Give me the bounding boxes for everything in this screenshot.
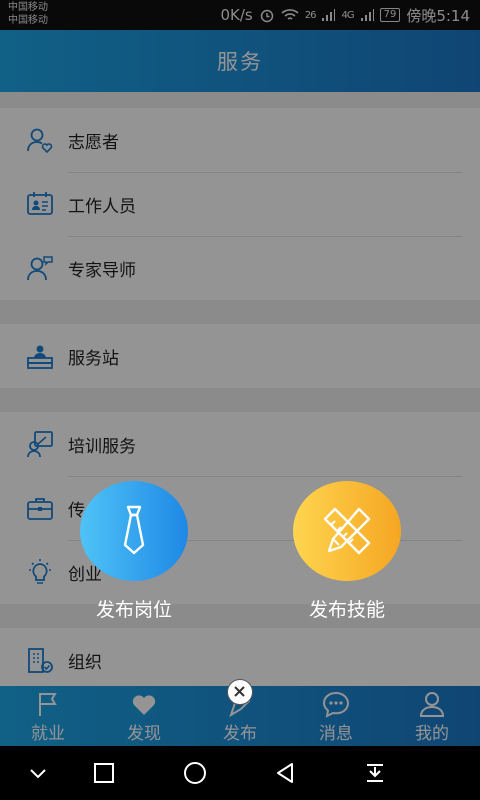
publish-skill-label[interactable]: 发布技能 bbox=[277, 595, 417, 622]
back-triangle-icon[interactable] bbox=[270, 758, 300, 788]
publish-job-label[interactable]: 发布岗位 bbox=[64, 595, 204, 622]
dim-overlay[interactable] bbox=[0, 0, 480, 746]
system-nav-bar bbox=[0, 746, 480, 800]
close-popup-button[interactable] bbox=[227, 679, 253, 705]
recent-apps-square-icon[interactable] bbox=[89, 758, 119, 788]
necktie-icon bbox=[123, 505, 145, 555]
pencil-ruler-icon bbox=[323, 507, 371, 555]
close-circle-icon bbox=[234, 686, 245, 697]
publish-job-button[interactable] bbox=[80, 481, 188, 581]
home-circle-icon[interactable] bbox=[180, 758, 210, 788]
hide-nav-chevron-icon[interactable] bbox=[23, 758, 53, 788]
notification-pull-down-icon[interactable] bbox=[360, 758, 390, 788]
publish-skill-button[interactable] bbox=[293, 481, 401, 581]
